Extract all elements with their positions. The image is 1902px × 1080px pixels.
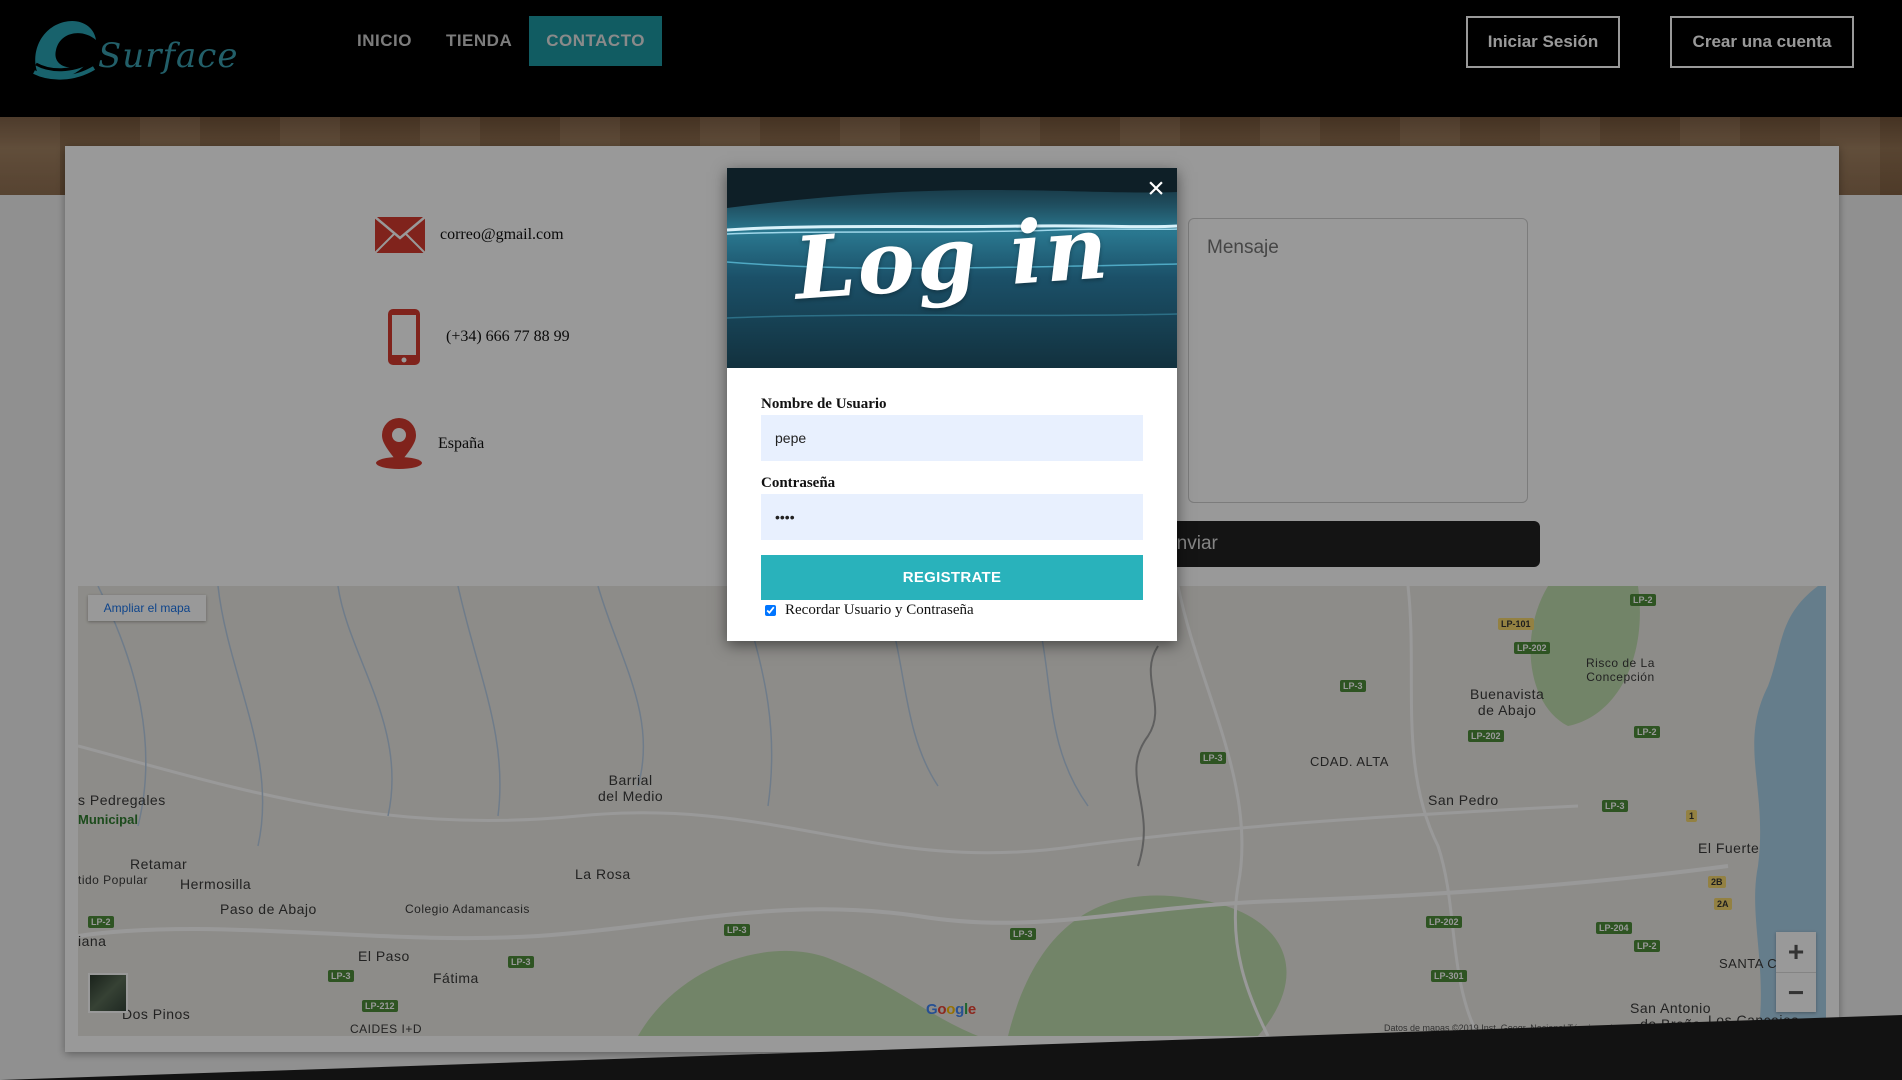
modal-banner: Log in ×: [727, 168, 1177, 368]
login-modal: Log in × Nombre de Usuario Contraseña RE…: [727, 168, 1177, 641]
username-input[interactable]: [761, 415, 1143, 461]
password-label: Contraseña: [761, 475, 836, 491]
close-icon[interactable]: ×: [1143, 174, 1169, 204]
password-input[interactable]: [761, 494, 1143, 540]
username-label: Nombre de Usuario: [761, 396, 887, 412]
remember-checkbox[interactable]: [765, 605, 776, 616]
remember-row: Recordar Usuario y Contraseña: [765, 602, 974, 619]
register-button[interactable]: REGISTRATE: [761, 555, 1143, 600]
remember-label: Recordar Usuario y Contraseña: [785, 602, 974, 618]
